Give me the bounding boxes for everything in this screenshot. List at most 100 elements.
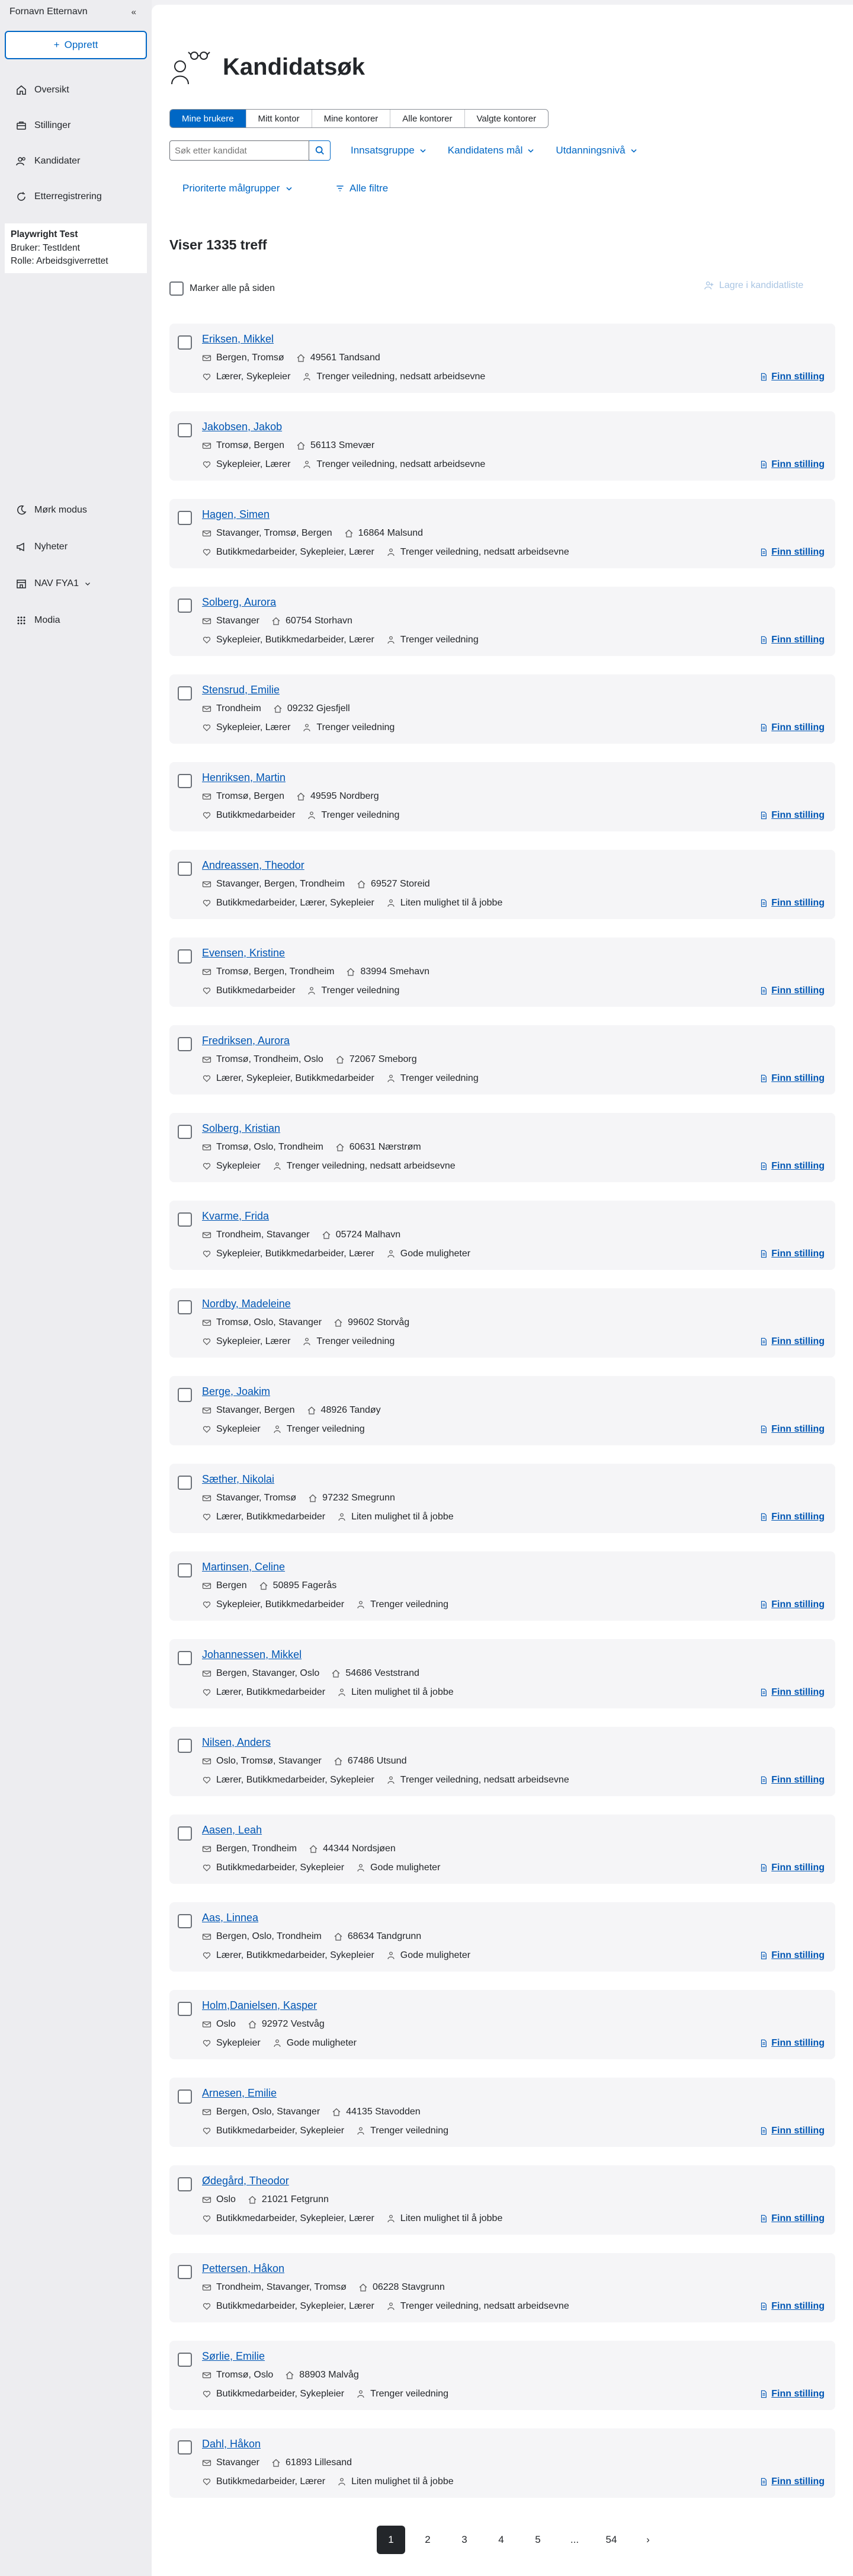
toggle-mitt-kontor[interactable]: Mitt kontor bbox=[246, 110, 312, 127]
dark-mode-toggle[interactable]: Mørk modus bbox=[0, 492, 152, 529]
candidate-checkbox[interactable] bbox=[178, 686, 192, 700]
candidate-name-link[interactable]: Solberg, Aurora bbox=[202, 596, 276, 609]
sidebar-item-oversikt[interactable]: Oversikt bbox=[0, 72, 152, 108]
find-job-link[interactable]: Finn stilling bbox=[759, 2213, 825, 2224]
candidate-checkbox[interactable] bbox=[178, 2265, 192, 2279]
candidate-name-link[interactable]: Holm,Danielsen, Kasper bbox=[202, 1999, 317, 2012]
find-job-link[interactable]: Finn stilling bbox=[759, 1775, 825, 1785]
candidate-checkbox[interactable] bbox=[178, 511, 192, 525]
candidate-name-link[interactable]: Henriksen, Martin bbox=[202, 772, 286, 784]
find-job-link[interactable]: Finn stilling bbox=[759, 1687, 825, 1698]
find-job-link[interactable]: Finn stilling bbox=[759, 1599, 825, 1610]
candidate-checkbox[interactable] bbox=[178, 949, 192, 964]
find-job-link[interactable]: Finn stilling bbox=[759, 2389, 825, 2399]
filter-prioriterte-malgrupper[interactable]: Prioriterte målgrupper bbox=[182, 183, 294, 194]
candidate-checkbox[interactable] bbox=[178, 2440, 192, 2455]
find-job-link[interactable]: Finn stilling bbox=[759, 547, 825, 558]
pagination-page[interactable]: 2 bbox=[413, 2526, 442, 2554]
sidebar-item-etterregistrering[interactable]: Etterregistrering bbox=[0, 179, 152, 215]
find-job-link[interactable]: Finn stilling bbox=[759, 810, 825, 821]
candidate-checkbox[interactable] bbox=[178, 2002, 192, 2016]
candidate-name-link[interactable]: Solberg, Kristian bbox=[202, 1122, 280, 1135]
find-job-link[interactable]: Finn stilling bbox=[759, 722, 825, 733]
find-job-link[interactable]: Finn stilling bbox=[759, 2301, 825, 2312]
mark-all-row[interactable]: Marker alle på siden bbox=[169, 281, 275, 296]
candidate-checkbox[interactable] bbox=[178, 599, 192, 613]
candidate-checkbox[interactable] bbox=[178, 1037, 192, 1051]
find-job-link[interactable]: Finn stilling bbox=[759, 898, 825, 908]
find-job-link[interactable]: Finn stilling bbox=[759, 2476, 825, 2487]
candidate-name-link[interactable]: Eriksen, Mikkel bbox=[202, 333, 274, 345]
filter-kandidatens-mal[interactable]: Kandidatens mål bbox=[448, 145, 536, 156]
find-job-link[interactable]: Finn stilling bbox=[759, 1336, 825, 1347]
candidate-name-link[interactable]: Jakobsen, Jakob bbox=[202, 421, 282, 433]
office-selector[interactable]: NAV FYA1 bbox=[0, 565, 152, 602]
modia-link[interactable]: Modia bbox=[0, 602, 152, 639]
search-input[interactable] bbox=[169, 140, 309, 161]
find-job-link[interactable]: Finn stilling bbox=[759, 1424, 825, 1435]
toggle-alle-kontorer[interactable]: Alle kontorer bbox=[390, 110, 465, 127]
find-job-link[interactable]: Finn stilling bbox=[759, 1863, 825, 1873]
candidate-checkbox[interactable] bbox=[178, 2353, 192, 2367]
find-job-link[interactable]: Finn stilling bbox=[759, 2126, 825, 2136]
candidate-name-link[interactable]: Nordby, Madeleine bbox=[202, 1298, 291, 1310]
candidate-checkbox[interactable] bbox=[178, 1826, 192, 1841]
candidate-checkbox[interactable] bbox=[178, 335, 192, 350]
candidate-name-link[interactable]: Aas, Linnea bbox=[202, 1912, 258, 1924]
candidate-checkbox[interactable] bbox=[178, 774, 192, 788]
find-job-link[interactable]: Finn stilling bbox=[759, 1073, 825, 1084]
candidate-checkbox[interactable] bbox=[178, 862, 192, 876]
candidate-checkbox[interactable] bbox=[178, 1476, 192, 1490]
pagination-page[interactable]: 54 bbox=[597, 2526, 626, 2554]
save-to-list-button[interactable]: Lagre i kandidatliste bbox=[704, 280, 803, 291]
search-button[interactable] bbox=[309, 140, 331, 161]
find-job-link[interactable]: Finn stilling bbox=[759, 635, 825, 645]
candidate-name-link[interactable]: Arnesen, Emilie bbox=[202, 2087, 277, 2100]
candidate-checkbox[interactable] bbox=[178, 423, 192, 437]
find-job-link[interactable]: Finn stilling bbox=[759, 2038, 825, 2049]
find-job-link[interactable]: Finn stilling bbox=[759, 372, 825, 382]
candidate-name-link[interactable]: Berge, Joakim bbox=[202, 1385, 270, 1398]
find-job-link[interactable]: Finn stilling bbox=[759, 1950, 825, 1961]
candidate-name-link[interactable]: Pettersen, Håkon bbox=[202, 2263, 284, 2275]
candidate-name-link[interactable]: Nilsen, Anders bbox=[202, 1736, 271, 1749]
candidate-name-link[interactable]: Ødegård, Theodor bbox=[202, 2175, 289, 2187]
find-job-link[interactable]: Finn stilling bbox=[759, 1161, 825, 1172]
candidate-name-link[interactable]: Fredriksen, Aurora bbox=[202, 1035, 290, 1047]
candidate-name-link[interactable]: Dahl, Håkon bbox=[202, 2438, 261, 2450]
candidate-name-link[interactable]: Johannessen, Mikkel bbox=[202, 1649, 302, 1661]
candidate-checkbox[interactable] bbox=[178, 1739, 192, 1753]
candidate-checkbox[interactable] bbox=[178, 1125, 192, 1139]
pagination-next-button[interactable]: › bbox=[634, 2526, 662, 2554]
toggle-valgte-kontorer[interactable]: Valgte kontorer bbox=[465, 110, 549, 127]
filter-innsatsgruppe[interactable]: Innsatsgruppe bbox=[351, 145, 428, 156]
candidate-name-link[interactable]: Kvarme, Frida bbox=[202, 1210, 269, 1223]
toggle-mine-brukere[interactable]: Mine brukere bbox=[170, 110, 246, 127]
candidate-checkbox[interactable] bbox=[178, 1563, 192, 1577]
create-button[interactable]: + Opprett bbox=[5, 31, 147, 59]
candidate-name-link[interactable]: Hagen, Simen bbox=[202, 508, 270, 521]
pagination-page[interactable]: 3 bbox=[450, 2526, 479, 2554]
filter-utdanningsniva[interactable]: Utdanningsnivå bbox=[556, 145, 638, 156]
collapse-sidebar-button[interactable]: « bbox=[132, 7, 136, 17]
candidate-name-link[interactable]: Martinsen, Celine bbox=[202, 1561, 285, 1573]
find-job-link[interactable]: Finn stilling bbox=[759, 459, 825, 470]
candidate-checkbox[interactable] bbox=[178, 1212, 192, 1227]
sidebar-item-kandidater[interactable]: Kandidater bbox=[0, 143, 152, 179]
pagination-page[interactable]: 4 bbox=[487, 2526, 515, 2554]
news-link[interactable]: Nyheter bbox=[0, 529, 152, 565]
candidate-name-link[interactable]: Aasen, Leah bbox=[202, 1824, 262, 1836]
candidate-checkbox[interactable] bbox=[178, 1914, 192, 1928]
pagination-page[interactable]: 1 bbox=[377, 2526, 405, 2554]
find-job-link[interactable]: Finn stilling bbox=[759, 1249, 825, 1259]
mark-all-checkbox[interactable] bbox=[169, 281, 184, 296]
candidate-checkbox[interactable] bbox=[178, 2177, 192, 2191]
candidate-checkbox[interactable] bbox=[178, 1300, 192, 1314]
find-job-link[interactable]: Finn stilling bbox=[759, 1512, 825, 1522]
candidate-checkbox[interactable] bbox=[178, 1651, 192, 1665]
candidate-name-link[interactable]: Andreassen, Theodor bbox=[202, 859, 304, 872]
find-job-link[interactable]: Finn stilling bbox=[759, 985, 825, 996]
candidate-checkbox[interactable] bbox=[178, 2089, 192, 2104]
pagination-page[interactable]: 5 bbox=[524, 2526, 552, 2554]
candidate-name-link[interactable]: Stensrud, Emilie bbox=[202, 684, 280, 696]
